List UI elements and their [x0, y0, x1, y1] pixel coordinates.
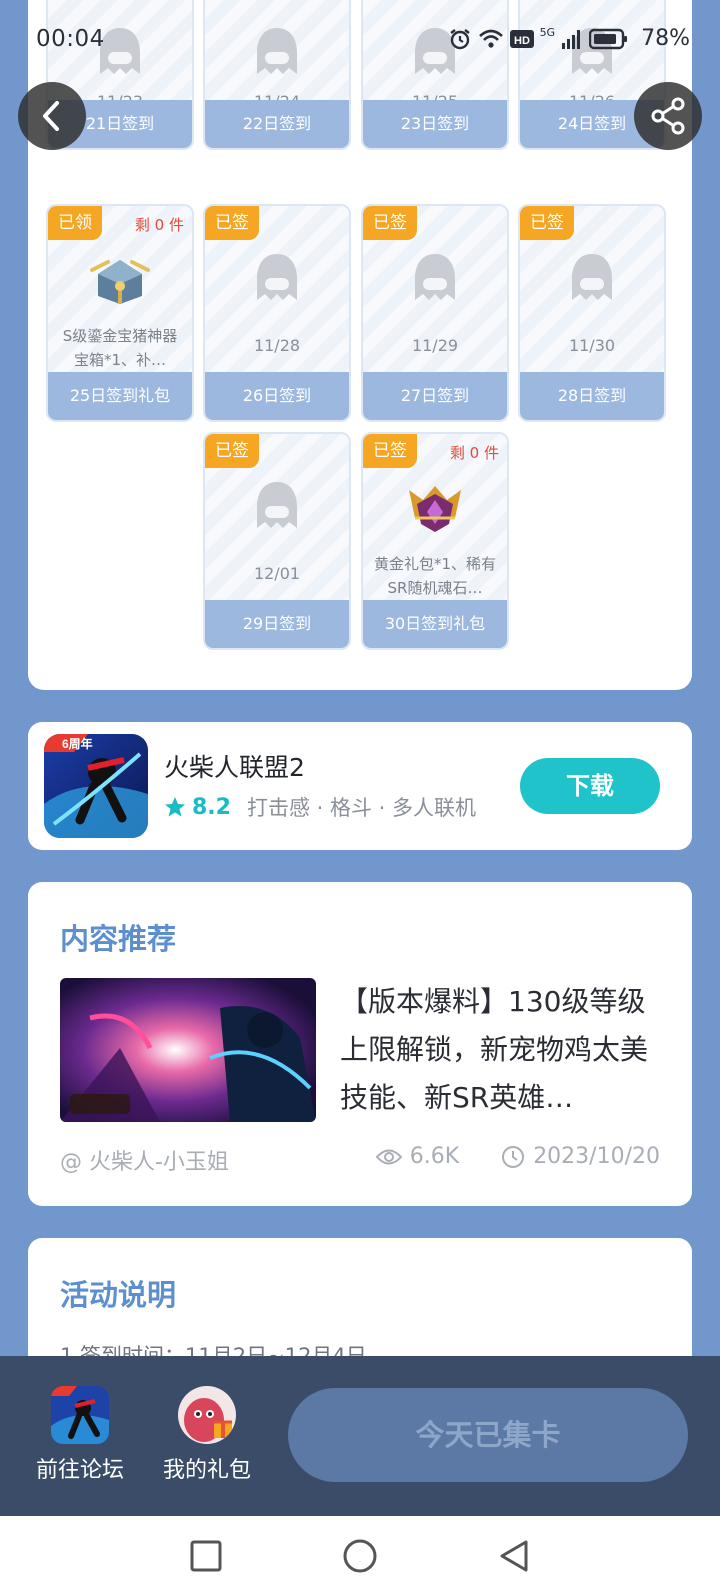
section-title: 内容推荐 [60, 922, 177, 956]
signin-cell-day-30-gift[interactable]: 已签 剩 0 件 黄金礼包*1、稀有SR随机魂石… 30日签到礼包 [361, 432, 509, 650]
game-score: 8.2 [192, 794, 231, 820]
gift-label: 我的礼包 [162, 1458, 251, 1483]
article-author[interactable]: @ 火柴人-小玉姐 [60, 1144, 229, 1176]
signed-tag: 已签 [363, 206, 417, 240]
cell-label: 27日签到 [363, 372, 507, 420]
status-bar: 00:04 HD 5G 78% [0, 0, 720, 80]
claimed-tag: 已领 [48, 206, 102, 240]
forum-label: 前往论坛 [35, 1458, 124, 1483]
share-icon [651, 97, 685, 135]
gift-description: 黄金礼包*1、稀有SR随机魂石… [373, 555, 497, 597]
cell-date: 11/28 [253, 336, 301, 355]
wifi-icon [478, 29, 503, 48]
section-title: 活动说明 [60, 1278, 177, 1312]
forum-app-icon [51, 1386, 109, 1444]
view-count: 6.6K [409, 1144, 460, 1169]
signed-tag: 已签 [520, 206, 574, 240]
cell-label: 29日签到 [205, 600, 349, 648]
cell-label: 22日签到 [205, 100, 349, 148]
cell-label: 25日签到礼包 [48, 372, 192, 420]
collected-card-button[interactable]: 今天已集卡 [288, 1388, 688, 1482]
back-button[interactable] [18, 82, 86, 150]
cell-label: 23日签到 [363, 100, 507, 148]
cell-label: 26日签到 [205, 372, 349, 420]
icon-badge-text: 6周年 [62, 736, 93, 751]
forum-button[interactable]: 前往论坛 [25, 1386, 135, 1484]
signin-cell-day-27[interactable]: 已签 11/29 27日签到 [361, 204, 509, 422]
signin-cell-day-26[interactable]: 已签 11/28 26日签到 [203, 204, 351, 422]
page: 已签 11/23 21日签到 11/24 22日签到 11/25 23日签到 1… [0, 0, 720, 1592]
gift-description: S级鎏金宝猪神器宝箱*1、补… [62, 327, 178, 369]
game-card[interactable]: 6周年 火柴人联盟2 8.2 打击感 · 格斗 · 多人联机 下载 [28, 722, 692, 850]
my-gift-button[interactable]: 我的礼包 [152, 1386, 262, 1484]
ghost-avatar-icon [415, 254, 455, 300]
cell-date: 11/29 [411, 336, 459, 355]
article-stats: 6.6K 2023/10/20 [375, 1144, 660, 1169]
content-recommend-card: 内容推荐 【版本爆料】130级等级上限解锁，新宠物鸡太美技能、新SR英雄… @ … [28, 882, 692, 1206]
chevron-left-icon [43, 101, 59, 131]
gift-mascot-icon [178, 1386, 236, 1444]
home-icon[interactable] [340, 1536, 380, 1576]
article-thumbnail-art [60, 978, 316, 1122]
treasure-chest-icon [90, 260, 150, 304]
signin-cell-day-29[interactable]: 已签 12/01 29日签到 [203, 432, 351, 650]
share-button[interactable] [634, 82, 702, 150]
status-time: 00:04 [36, 26, 105, 52]
svg-text:HD: HD [514, 35, 530, 47]
status-icons: HD 5G 78% [448, 26, 690, 51]
article-title[interactable]: 【版本爆料】130级等级上限解锁，新宠物鸡太美技能、新SR英雄… [340, 978, 670, 1122]
battery-percent: 78% [641, 26, 690, 51]
game-app-icon[interactable]: 6周年 [44, 734, 148, 838]
remain-count: 剩 0 件 [134, 216, 184, 234]
ghost-avatar-icon [572, 254, 612, 300]
signed-tag: 已签 [205, 434, 259, 468]
eye-icon [375, 1149, 402, 1164]
signin-cell-day-25-gift[interactable]: 已领 剩 0 件 S级鎏金宝猪神器宝箱*1、补… 25日签到礼包 [46, 204, 194, 422]
gold-badge-icon [409, 486, 461, 532]
back-triangle-icon[interactable] [494, 1536, 534, 1576]
recent-apps-icon[interactable] [186, 1536, 226, 1576]
ghost-avatar-icon [257, 482, 297, 528]
game-title[interactable]: 火柴人联盟2 [164, 748, 305, 784]
game-icon-art: 6周年 [44, 734, 148, 838]
cell-label: 28日签到 [520, 372, 664, 420]
cell-date: 11/30 [568, 336, 616, 355]
clock-icon [502, 1145, 525, 1168]
signed-tag: 已签 [205, 206, 259, 240]
game-tags: 打击感 · 格斗 · 多人联机 [246, 796, 477, 820]
bottom-action-bar: 前往论坛 我的礼包 今天已集卡 [0, 1356, 720, 1516]
game-meta: 8.2 打击感 · 格斗 · 多人联机 [164, 792, 476, 822]
article-thumbnail[interactable] [60, 978, 316, 1122]
network-type: 5G [539, 26, 556, 39]
signed-tag: 已签 [363, 434, 417, 468]
cell-label: 30日签到礼包 [363, 600, 507, 648]
signal-icon [562, 29, 581, 49]
article-date: 2023/10/20 [533, 1144, 660, 1169]
cell-date: 12/01 [253, 564, 301, 583]
alarm-icon [449, 28, 470, 49]
download-button[interactable]: 下载 [520, 758, 660, 814]
signin-cell-day-28[interactable]: 已签 11/30 28日签到 [518, 204, 666, 422]
battery-icon [589, 28, 628, 49]
remain-count: 剩 0 件 [449, 444, 499, 462]
star-icon [165, 797, 185, 817]
hd-icon: HD [509, 29, 534, 48]
system-nav-bar [0, 1516, 720, 1592]
ghost-avatar-icon [257, 254, 297, 300]
signin-grid-card: 已签 11/23 21日签到 11/24 22日签到 11/25 23日签到 1… [28, 0, 692, 690]
